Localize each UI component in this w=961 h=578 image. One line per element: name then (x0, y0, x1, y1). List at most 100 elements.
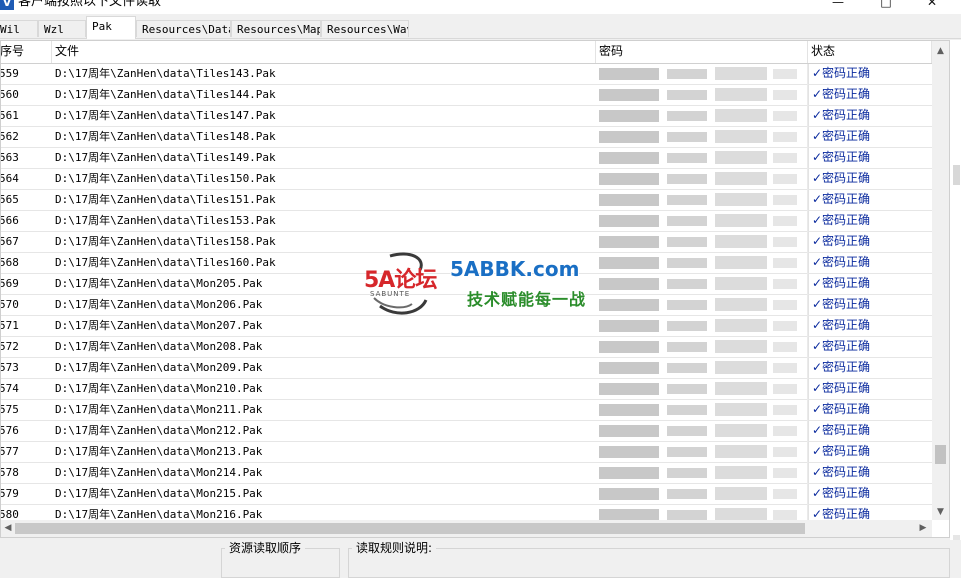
redacted-block (667, 510, 707, 520)
vertical-scrollbar[interactable]: ▲ ▼ (932, 41, 949, 520)
row-index: 565 (1, 193, 19, 206)
table-row[interactable]: 573 D:\17周年\ZanHen\data\Mon209.Pak ✓密码正确 (1, 358, 932, 379)
table-row[interactable]: 568 D:\17周年\ZanHen\data\Tiles160.Pak ✓密码正确 (1, 253, 932, 274)
minimize-button[interactable]: — (818, 0, 858, 14)
row-file-path: D:\17周年\ZanHen\data\Mon206.Pak (55, 298, 263, 311)
redacted-block (715, 256, 767, 269)
table-row[interactable]: 566 D:\17周年\ZanHen\data\Tiles153.Pak ✓密码正确 (1, 211, 932, 232)
table-row[interactable]: 575 D:\17周年\ZanHen\data\Mon211.Pak ✓密码正确 (1, 400, 932, 421)
window-scrollbar[interactable] (950, 40, 961, 567)
row-index: 559 (1, 67, 19, 80)
redacted-block (715, 67, 767, 80)
row-index: 578 (1, 466, 19, 479)
row-index: 564 (1, 172, 19, 185)
scroll-down-icon[interactable]: ▼ (932, 504, 949, 520)
redacted-block (715, 319, 767, 332)
row-status: ✓密码正确 (808, 85, 932, 105)
redacted-block (667, 237, 707, 247)
row-password-redacted (575, 127, 807, 147)
table-row[interactable]: 570 D:\17周年\ZanHen\data\Mon206.Pak ✓密码正确 (1, 295, 932, 316)
redacted-block (667, 153, 707, 163)
table-row[interactable]: 563 D:\17周年\ZanHen\data\Tiles149.Pak ✓密码正确 (1, 148, 932, 169)
table-row[interactable]: 569 D:\17周年\ZanHen\data\Mon205.Pak ✓密码正确 (1, 274, 932, 295)
row-password-redacted (575, 421, 807, 441)
table-row[interactable]: 562 D:\17周年\ZanHen\data\Tiles148.Pak ✓密码正确 (1, 127, 932, 148)
row-status: ✓密码正确 (808, 379, 932, 399)
row-index: 572 (1, 340, 19, 353)
tab-resources-wav[interactable]: Resources\Wav (321, 20, 409, 37)
row-status: ✓密码正确 (808, 253, 932, 273)
table-row[interactable]: 564 D:\17周年\ZanHen\data\Tiles150.Pak ✓密码正确 (1, 169, 932, 190)
redacted-block (667, 342, 707, 352)
tab-resources-map[interactable]: Resources\Map (231, 20, 321, 37)
redacted-block (715, 214, 767, 227)
column-divider (807, 64, 808, 537)
redacted-block (667, 258, 707, 268)
redacted-block (599, 152, 659, 164)
redacted-block (599, 278, 659, 290)
redacted-block (715, 130, 767, 143)
redacted-block (773, 90, 797, 100)
table-row[interactable]: 572 D:\17周年\ZanHen\data\Mon208.Pak ✓密码正确 (1, 337, 932, 358)
tab-wzl[interactable]: Wzl (38, 20, 86, 37)
maximize-button[interactable]: □ (866, 0, 906, 14)
redacted-block (667, 90, 707, 100)
column-header-index[interactable]: 序号 (1, 41, 52, 63)
redacted-block (667, 384, 707, 394)
close-button[interactable]: ✕ (912, 0, 952, 14)
table-row[interactable]: 559 D:\17周年\ZanHen\data\Tiles143.Pak ✓密码正确 (1, 64, 932, 85)
row-index: 563 (1, 151, 19, 164)
table-row[interactable]: 571 D:\17周年\ZanHen\data\Mon207.Pak ✓密码正确 (1, 316, 932, 337)
row-file-path: D:\17周年\ZanHen\data\Tiles149.Pak (55, 151, 276, 164)
row-index: 567 (1, 235, 19, 248)
row-index: 576 (1, 424, 19, 437)
horizontal-scroll-thumb[interactable] (15, 523, 805, 534)
scroll-left-icon[interactable]: ◀ (1, 520, 15, 537)
scroll-right-icon[interactable]: ▶ (916, 520, 930, 537)
redacted-block (773, 300, 797, 310)
column-header-password[interactable]: 密码 (596, 41, 808, 63)
table-row[interactable]: 560 D:\17周年\ZanHen\data\Tiles144.Pak ✓密码正确 (1, 85, 932, 106)
redacted-block (599, 68, 659, 80)
table-row[interactable]: 561 D:\17周年\ZanHen\data\Tiles147.Pak ✓密码正确 (1, 106, 932, 127)
table-row[interactable]: 578 D:\17周年\ZanHen\data\Mon214.Pak ✓密码正确 (1, 463, 932, 484)
redacted-block (599, 173, 659, 185)
file-list[interactable]: 序号 文件 密码 状态 559 D:\17周年\ZanHen\data\Tiles… (0, 40, 950, 538)
table-row[interactable]: 579 D:\17周年\ZanHen\data\Mon215.Pak ✓密码正确 (1, 484, 932, 505)
row-file-path: D:\17周年\ZanHen\data\Tiles153.Pak (55, 214, 276, 227)
redacted-block (667, 195, 707, 205)
row-file-path: D:\17周年\ZanHen\data\Tiles150.Pak (55, 172, 276, 185)
redacted-block (667, 363, 707, 373)
column-header-file[interactable]: 文件 (52, 41, 596, 63)
redacted-block (715, 151, 767, 164)
table-row[interactable]: 565 D:\17周年\ZanHen\data\Tiles151.Pak ✓密码正确 (1, 190, 932, 211)
row-password-redacted (575, 190, 807, 210)
list-header: 序号 文件 密码 状态 (1, 41, 932, 64)
window-title: 客户端按照以下文件读取 (18, 0, 162, 9)
tab-wil[interactable]: Wil (0, 20, 38, 37)
scroll-up-icon[interactable]: ▲ (932, 43, 949, 59)
redacted-block (773, 279, 797, 289)
bottom-panel: 资源读取顺序 读取规则说明: (0, 540, 961, 578)
redacted-block (599, 341, 659, 353)
table-row[interactable]: 577 D:\17周年\ZanHen\data\Mon213.Pak ✓密码正确 (1, 442, 932, 463)
redacted-block (599, 446, 659, 458)
app-icon: V (0, 0, 14, 10)
row-file-path: D:\17周年\ZanHen\data\Tiles160.Pak (55, 256, 276, 269)
window-scroll-thumb[interactable] (953, 165, 960, 185)
row-file-path: D:\17周年\ZanHen\data\Mon210.Pak (55, 382, 263, 395)
horizontal-scrollbar[interactable]: ◀ ▶ (1, 520, 932, 537)
column-header-status[interactable]: 状态 (808, 41, 932, 63)
redacted-block (667, 321, 707, 331)
redacted-block (599, 488, 659, 500)
table-row[interactable]: 576 D:\17周年\ZanHen\data\Mon212.Pak ✓密码正确 (1, 421, 932, 442)
row-status: ✓密码正确 (808, 421, 932, 441)
tab-resources-data[interactable]: Resources\Data (136, 20, 231, 37)
table-row[interactable]: 574 D:\17周年\ZanHen\data\Mon210.Pak ✓密码正确 (1, 379, 932, 400)
table-row[interactable]: 567 D:\17周年\ZanHen\data\Tiles158.Pak ✓密码正确 (1, 232, 932, 253)
row-password-redacted (575, 484, 807, 504)
row-password-redacted (575, 232, 807, 252)
row-status: ✓密码正确 (808, 274, 932, 294)
tab-pak[interactable]: Pak (86, 16, 136, 39)
vertical-scroll-thumb[interactable] (935, 445, 946, 464)
